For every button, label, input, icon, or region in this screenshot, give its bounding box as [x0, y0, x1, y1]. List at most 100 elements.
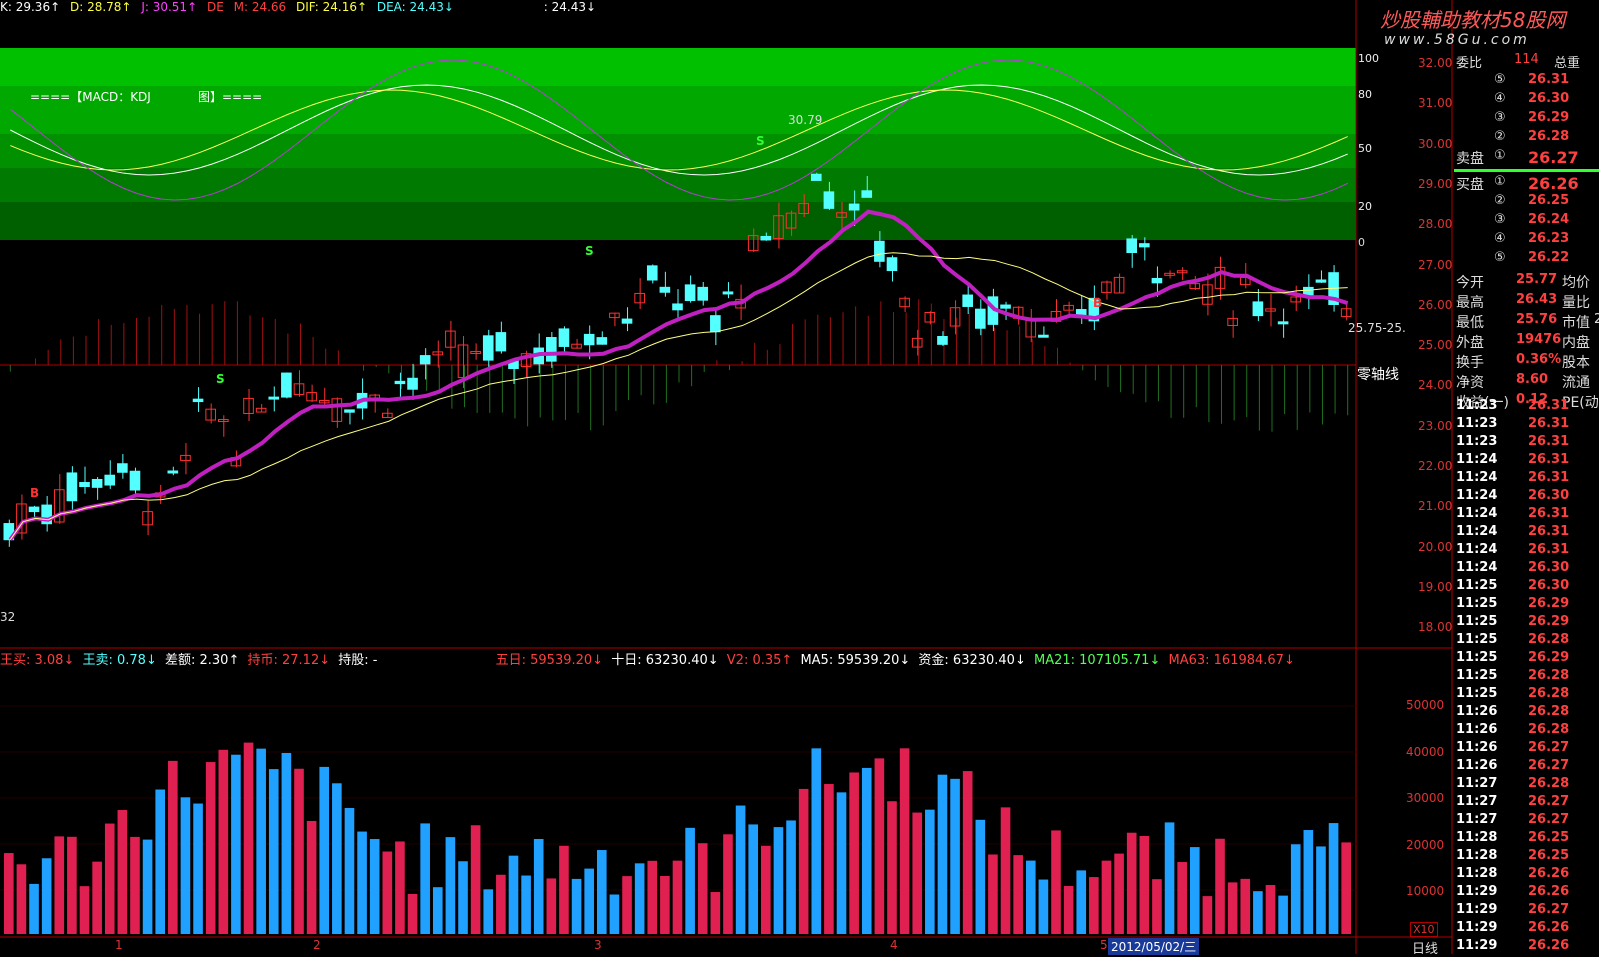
kdj-band-area — [0, 48, 1356, 240]
tick-time: 11:23 — [1456, 434, 1498, 449]
zhu-mai: 王买: 3.08↓ — [0, 653, 75, 668]
tick-price: 26.31 — [1528, 398, 1570, 413]
price-note: 30.79 — [788, 113, 823, 127]
ma21: MA21: 107105.71↓ — [1033, 653, 1161, 668]
stat-row: 最高 26.43 量比 — [1454, 292, 1599, 312]
tick-row: 11:25 26.29 — [1454, 596, 1599, 614]
price-tick: 31.00 — [1418, 96, 1453, 111]
tick-price: 26.29 — [1528, 596, 1570, 611]
tick-price: 26.31 — [1528, 416, 1570, 431]
stat-label2: 量比 — [1562, 295, 1590, 311]
stat-label2: 流通 — [1562, 375, 1590, 391]
price-tick: 19.00 — [1418, 579, 1453, 594]
stat-label2: 均价 — [1562, 275, 1590, 291]
tick-time: 11:26 — [1456, 704, 1498, 719]
k-value: K: 29.36↑ — [0, 0, 61, 14]
buy-label: 买盘 — [1456, 177, 1484, 193]
ask-price: 26.28 — [1528, 129, 1570, 144]
tick-time: 11:29 — [1456, 920, 1498, 935]
tick-row: 11:24 26.30 — [1454, 488, 1599, 506]
stat-value2: 2 — [1594, 312, 1599, 327]
tick-time: 11:29 — [1456, 902, 1498, 917]
tick-price: 26.27 — [1528, 794, 1570, 809]
tick-row: 11:29 26.26 — [1454, 938, 1599, 956]
ma5: MA5: 59539.20↓ — [800, 653, 911, 668]
zero-axis-label: 零轴线 — [1357, 367, 1399, 383]
volume-tick: 30000 — [1406, 791, 1445, 805]
tick-row: 11:26 26.27 — [1454, 740, 1599, 758]
kdj-level-0: 0 — [1358, 236, 1365, 249]
tick-price: 26.25 — [1528, 848, 1570, 863]
tick-price: 26.30 — [1528, 488, 1570, 503]
kdj-level-80: 80 — [1358, 88, 1372, 101]
tick-price: 26.28 — [1528, 776, 1570, 791]
stat-label2: 市值 — [1562, 315, 1590, 331]
tick-time: 11:25 — [1456, 578, 1498, 593]
x-label: 1 — [115, 938, 123, 952]
chi-bi: 持币: 27.12↓ — [247, 653, 331, 668]
kdj-level-100: 100 — [1358, 52, 1379, 65]
stat-row: 外盘 19476 内盘 — [1454, 332, 1599, 352]
price-tick: 22.00 — [1418, 459, 1453, 473]
tick-row: 11:26 26.28 — [1454, 722, 1599, 740]
zi-jin: 资金: 63230.40↓ — [918, 653, 1026, 668]
tick-time: 11:29 — [1456, 938, 1498, 953]
tick-price: 26.31 — [1528, 542, 1570, 557]
stat-value: 26.43 — [1516, 292, 1558, 307]
de-value: DE — [206, 0, 224, 14]
tick-row: 11:25 26.30 — [1454, 578, 1599, 596]
tick-row: 11:28 26.26 — [1454, 866, 1599, 884]
zong-label: 总重 — [1554, 56, 1581, 71]
sell-label: 卖盘 — [1456, 151, 1484, 167]
bid-row: ④ 26.23 — [1454, 231, 1599, 251]
tick-row: 11:29 26.26 — [1454, 920, 1599, 938]
bid-ask-divider — [1454, 169, 1599, 172]
tick-time: 11:24 — [1456, 452, 1498, 467]
chi-gu: 持股: - — [338, 653, 378, 668]
tick-row: 11:25 26.28 — [1454, 668, 1599, 686]
tick-time: 11:24 — [1456, 560, 1498, 575]
ask-row: ③ 26.29 — [1454, 110, 1599, 130]
tick-row: 11:24 26.31 — [1454, 506, 1599, 524]
tick-row: 11:25 26.28 — [1454, 632, 1599, 650]
price-tick: 20.00 — [1418, 539, 1453, 554]
bid-row: ③ 26.24 — [1454, 212, 1599, 232]
tick-time: 11:25 — [1456, 686, 1498, 701]
x-label: 4 — [890, 938, 898, 952]
stat-label: 最低 — [1456, 315, 1484, 331]
x-label: 3 — [594, 938, 602, 952]
tick-row: 11:23 26.31 — [1454, 434, 1599, 452]
tick-row: 11:24 26.31 — [1454, 524, 1599, 542]
tick-row: 11:27 26.27 — [1454, 812, 1599, 830]
period-tab[interactable]: 日线 — [1412, 938, 1438, 957]
tick-price: 26.26 — [1528, 920, 1570, 935]
tick-time: 11:23 — [1456, 416, 1498, 431]
ask-price: 26.29 — [1528, 110, 1570, 125]
price-tick: 32.00 — [1418, 56, 1453, 70]
tick-price: 26.27 — [1528, 740, 1570, 755]
cursor-date: 2012/05/02/三 — [1108, 938, 1200, 955]
price-tick: 25.00 — [1418, 338, 1453, 353]
price-tick: 23.00 — [1418, 418, 1453, 433]
dif-value: DIF: 24.16↑ — [296, 0, 368, 14]
stat-row: 最低 25.76 市值 2 — [1454, 312, 1599, 332]
ask-row: ② 26.28 — [1454, 129, 1599, 149]
tick-time: 11:27 — [1456, 812, 1498, 827]
stat-value: 8.60 — [1516, 372, 1549, 387]
ma63: MA63: 161984.67↓ — [1168, 653, 1295, 668]
bid-row: ⑤ 26.22 — [1454, 250, 1599, 270]
tick-row: 11:24 26.30 — [1454, 560, 1599, 578]
weibi-label: 委比 — [1456, 56, 1483, 71]
bid-level: ⑤ — [1494, 250, 1506, 265]
tick-price: 26.30 — [1528, 578, 1570, 593]
price-tick: 30.00 — [1418, 136, 1453, 151]
tick-row: 11:24 26.31 — [1454, 452, 1599, 470]
ask-price: 26.30 — [1528, 91, 1570, 106]
watermark-title: 炒股輔助教材58股网 — [1380, 8, 1566, 32]
tick-time: 11:29 — [1456, 884, 1498, 899]
tick-time: 11:27 — [1456, 776, 1498, 791]
tick-row: 11:28 26.25 — [1454, 848, 1599, 866]
macd-kdj-label: ====【MACD：KDJ — [30, 90, 151, 104]
volume-tick: 40000 — [1406, 744, 1445, 759]
bid-level: ② — [1494, 193, 1506, 208]
